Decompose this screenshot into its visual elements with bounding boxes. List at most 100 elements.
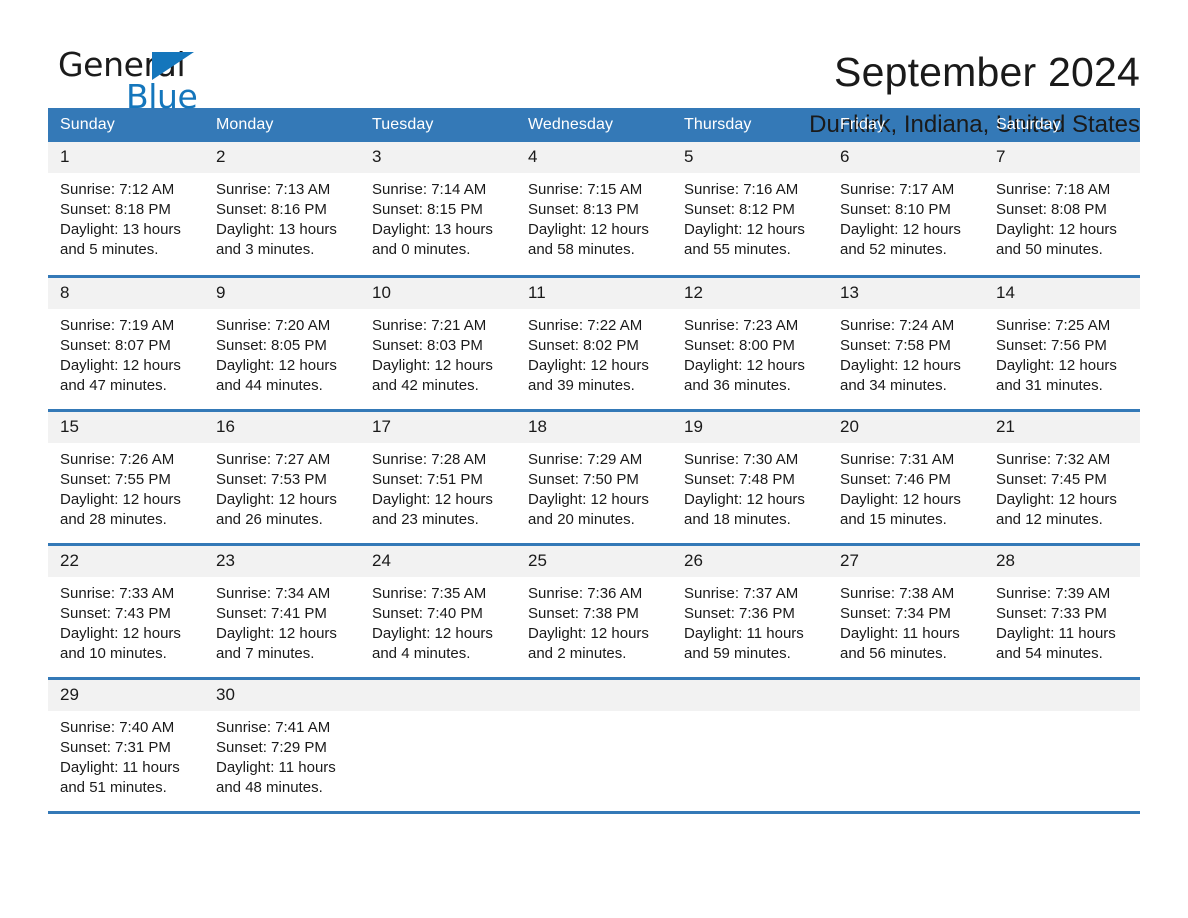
sunset-text: Sunset: 7:51 PM	[372, 470, 483, 488]
day-info: Sunrise: 7:32 AM Sunset: 7:45 PM Daylight:…	[984, 443, 1140, 530]
day-info: Sunrise: 7:15 AM Sunset: 8:13 PM Daylight:…	[516, 173, 672, 260]
daylight-text-line2: and 50 minutes.	[996, 241, 1103, 258]
daylight-text-line1: Daylight: 12 hours	[684, 356, 805, 374]
day-cell[interactable]: 13 Sunrise: 7:24 AM Sunset: 7:58 PM Dayligh…	[828, 274, 984, 410]
day-number: 27	[828, 545, 984, 577]
daylight-text-line2: and 47 minutes.	[60, 376, 167, 394]
day-cell[interactable]: 24 Sunrise: 7:35 AM Sunset: 7:40 PM Dayligh…	[360, 542, 516, 678]
day-cell[interactable]: 4 Sunrise: 7:15 AM Sunset: 8:13 PM Daylight…	[516, 142, 672, 276]
day-info: Sunrise: 7:34 AM Sunset: 7:41 PM Daylight:…	[204, 577, 360, 664]
day-cell[interactable]: 19 Sunrise: 7:30 AM Sunset: 7:48 PM Dayligh…	[672, 408, 828, 544]
day-cell[interactable]: 22 Sunrise: 7:33 AM Sunset: 7:43 PM Dayligh…	[48, 542, 204, 678]
day-cell[interactable]: 7 Sunrise: 7:18 AM Sunset: 8:08 PM Daylight…	[984, 142, 1140, 276]
sunset-text: Sunset: 7:33 PM	[996, 604, 1107, 622]
sunset-text: Sunset: 8:18 PM	[60, 201, 171, 218]
sunrise-text: Sunrise: 7:34 AM	[216, 584, 331, 602]
daylight-text-line2: and 44 minutes.	[216, 376, 323, 394]
day-number: 8	[48, 277, 204, 309]
day-cell[interactable]: 10 Sunrise: 7:21 AM Sunset: 8:03 PM Dayligh…	[360, 274, 516, 410]
day-info: Sunrise: 7:29 AM Sunset: 7:50 PM Daylight:…	[516, 443, 672, 530]
week-row: 22 Sunrise: 7:33 AM Sunset: 7:43 PM Dayligh…	[48, 542, 1140, 678]
triangle-icon	[152, 52, 194, 80]
daylight-text-line1: Daylight: 12 hours	[60, 356, 181, 374]
day-info: Sunrise: 7:22 AM Sunset: 8:02 PM Daylight:…	[516, 309, 672, 396]
sunrise-text: Sunrise: 7:36 AM	[528, 584, 643, 602]
day-cell-empty	[672, 676, 828, 814]
sunrise-text: Sunrise: 7:38 AM	[840, 584, 955, 602]
day-info: Sunrise: 7:38 AM Sunset: 7:34 PM Daylight:…	[828, 577, 984, 664]
sunset-text: Sunset: 8:00 PM	[684, 336, 795, 354]
daylight-text-line1: Daylight: 12 hours	[216, 356, 337, 374]
day-cell[interactable]: 1 Sunrise: 7:12 AM Sunset: 8:18 PM Daylight…	[48, 142, 204, 276]
day-cell[interactable]: 27 Sunrise: 7:38 AM Sunset: 7:34 PM Dayligh…	[828, 542, 984, 678]
daylight-text-line1: Daylight: 12 hours	[996, 356, 1117, 374]
day-cell[interactable]: 14 Sunrise: 7:25 AM Sunset: 7:56 PM Dayligh…	[984, 274, 1140, 410]
day-cell[interactable]: 21 Sunrise: 7:32 AM Sunset: 7:45 PM Dayligh…	[984, 408, 1140, 544]
sunset-text: Sunset: 8:15 PM	[372, 201, 483, 218]
day-cell[interactable]: 8 Sunrise: 7:19 AM Sunset: 8:07 PM Daylight…	[48, 274, 204, 410]
sunrise-text: Sunrise: 7:15 AM	[528, 181, 643, 198]
day-cell[interactable]: 28 Sunrise: 7:39 AM Sunset: 7:33 PM Dayligh…	[984, 542, 1140, 678]
daylight-text-line1: Daylight: 12 hours	[840, 356, 961, 374]
day-number: 20	[828, 411, 984, 443]
page-title: September 2024	[834, 49, 1140, 95]
daylight-text-line1: Daylight: 12 hours	[684, 221, 805, 238]
sunset-text: Sunset: 7:58 PM	[840, 336, 951, 354]
daylight-text-line1: Daylight: 12 hours	[840, 221, 961, 238]
daylight-text-line1: Daylight: 12 hours	[528, 490, 649, 508]
day-cell[interactable]: 17 Sunrise: 7:28 AM Sunset: 7:51 PM Dayligh…	[360, 408, 516, 544]
day-cell[interactable]: 12 Sunrise: 7:23 AM Sunset: 8:00 PM Dayligh…	[672, 274, 828, 410]
day-cell[interactable]: 23 Sunrise: 7:34 AM Sunset: 7:41 PM Dayligh…	[204, 542, 360, 678]
daylight-text-line2: and 3 minutes.	[216, 241, 315, 258]
daylight-text-line2: and 0 minutes.	[372, 241, 471, 258]
day-cell[interactable]: 16 Sunrise: 7:27 AM Sunset: 7:53 PM Dayligh…	[204, 408, 360, 544]
day-cell[interactable]: 3 Sunrise: 7:14 AM Sunset: 8:15 PM Daylight…	[360, 142, 516, 276]
sunrise-text: Sunrise: 7:30 AM	[684, 450, 799, 468]
day-cell[interactable]: 15 Sunrise: 7:26 AM Sunset: 7:55 PM Dayligh…	[48, 408, 204, 544]
daylight-text-line2: and 56 minutes.	[840, 644, 947, 662]
sunrise-text: Sunrise: 7:17 AM	[840, 181, 955, 198]
daylight-text-line1: Daylight: 12 hours	[60, 624, 181, 642]
day-cell[interactable]: 5 Sunrise: 7:16 AM Sunset: 8:12 PM Daylight…	[672, 142, 828, 276]
day-info: Sunrise: 7:16 AM Sunset: 8:12 PM Daylight:…	[672, 173, 828, 260]
daylight-text-line1: Daylight: 12 hours	[996, 490, 1117, 508]
day-cell[interactable]: 30 Sunrise: 7:41 AM Sunset: 7:29 PM Dayligh…	[204, 676, 360, 814]
day-cell[interactable]: 26 Sunrise: 7:37 AM Sunset: 7:36 PM Dayligh…	[672, 542, 828, 678]
day-number: 30	[204, 679, 360, 711]
day-cell[interactable]: 20 Sunrise: 7:31 AM Sunset: 7:46 PM Dayligh…	[828, 408, 984, 544]
day-cell[interactable]: 9 Sunrise: 7:20 AM Sunset: 8:05 PM Daylight…	[204, 274, 360, 410]
sunset-text: Sunset: 8:08 PM	[996, 201, 1107, 218]
daylight-text-line2: and 42 minutes.	[372, 376, 479, 394]
day-cell[interactable]: 25 Sunrise: 7:36 AM Sunset: 7:38 PM Dayligh…	[516, 542, 672, 678]
day-info: Sunrise: 7:31 AM Sunset: 7:46 PM Daylight:…	[828, 443, 984, 530]
day-info: Sunrise: 7:33 AM Sunset: 7:43 PM Daylight:…	[48, 577, 204, 664]
day-number: 1	[48, 142, 204, 173]
daylight-text-line2: and 18 minutes.	[684, 510, 791, 528]
sunrise-text: Sunrise: 7:27 AM	[216, 450, 331, 468]
daylight-text-line2: and 51 minutes.	[60, 778, 167, 796]
daylight-text-line1: Daylight: 11 hours	[840, 624, 960, 642]
sunset-text: Sunset: 7:46 PM	[840, 470, 951, 488]
daylight-text-line1: Daylight: 12 hours	[528, 356, 649, 374]
sunrise-text: Sunrise: 7:25 AM	[996, 316, 1111, 334]
day-cell[interactable]: 6 Sunrise: 7:17 AM Sunset: 8:10 PM Daylight…	[828, 142, 984, 276]
sunrise-text: Sunrise: 7:18 AM	[996, 181, 1111, 198]
daylight-text-line2: and 58 minutes.	[528, 241, 635, 258]
logo-word-blue: Blue	[126, 77, 198, 116]
day-cell[interactable]: 11 Sunrise: 7:22 AM Sunset: 8:02 PM Dayligh…	[516, 274, 672, 410]
day-info: Sunrise: 7:23 AM Sunset: 8:00 PM Daylight:…	[672, 309, 828, 396]
day-number	[516, 679, 672, 711]
week-row: 29 Sunrise: 7:40 AM Sunset: 7:31 PM Dayligh…	[48, 676, 1140, 814]
daylight-text-line1: Daylight: 12 hours	[840, 490, 961, 508]
sunrise-text: Sunrise: 7:13 AM	[216, 181, 331, 198]
day-number: 16	[204, 411, 360, 443]
daylight-text-line1: Daylight: 12 hours	[372, 624, 493, 642]
day-cell[interactable]: 2 Sunrise: 7:13 AM Sunset: 8:16 PM Daylight…	[204, 142, 360, 276]
sunrise-text: Sunrise: 7:41 AM	[216, 718, 331, 736]
day-info: Sunrise: 7:40 AM Sunset: 7:31 PM Daylight:…	[48, 711, 204, 798]
day-number	[672, 679, 828, 711]
day-cell[interactable]: 18 Sunrise: 7:29 AM Sunset: 7:50 PM Dayligh…	[516, 408, 672, 544]
day-info: Sunrise: 7:20 AM Sunset: 8:05 PM Daylight:…	[204, 309, 360, 396]
daylight-text-line2: and 48 minutes.	[216, 778, 323, 796]
day-cell[interactable]: 29 Sunrise: 7:40 AM Sunset: 7:31 PM Dayligh…	[48, 676, 204, 814]
